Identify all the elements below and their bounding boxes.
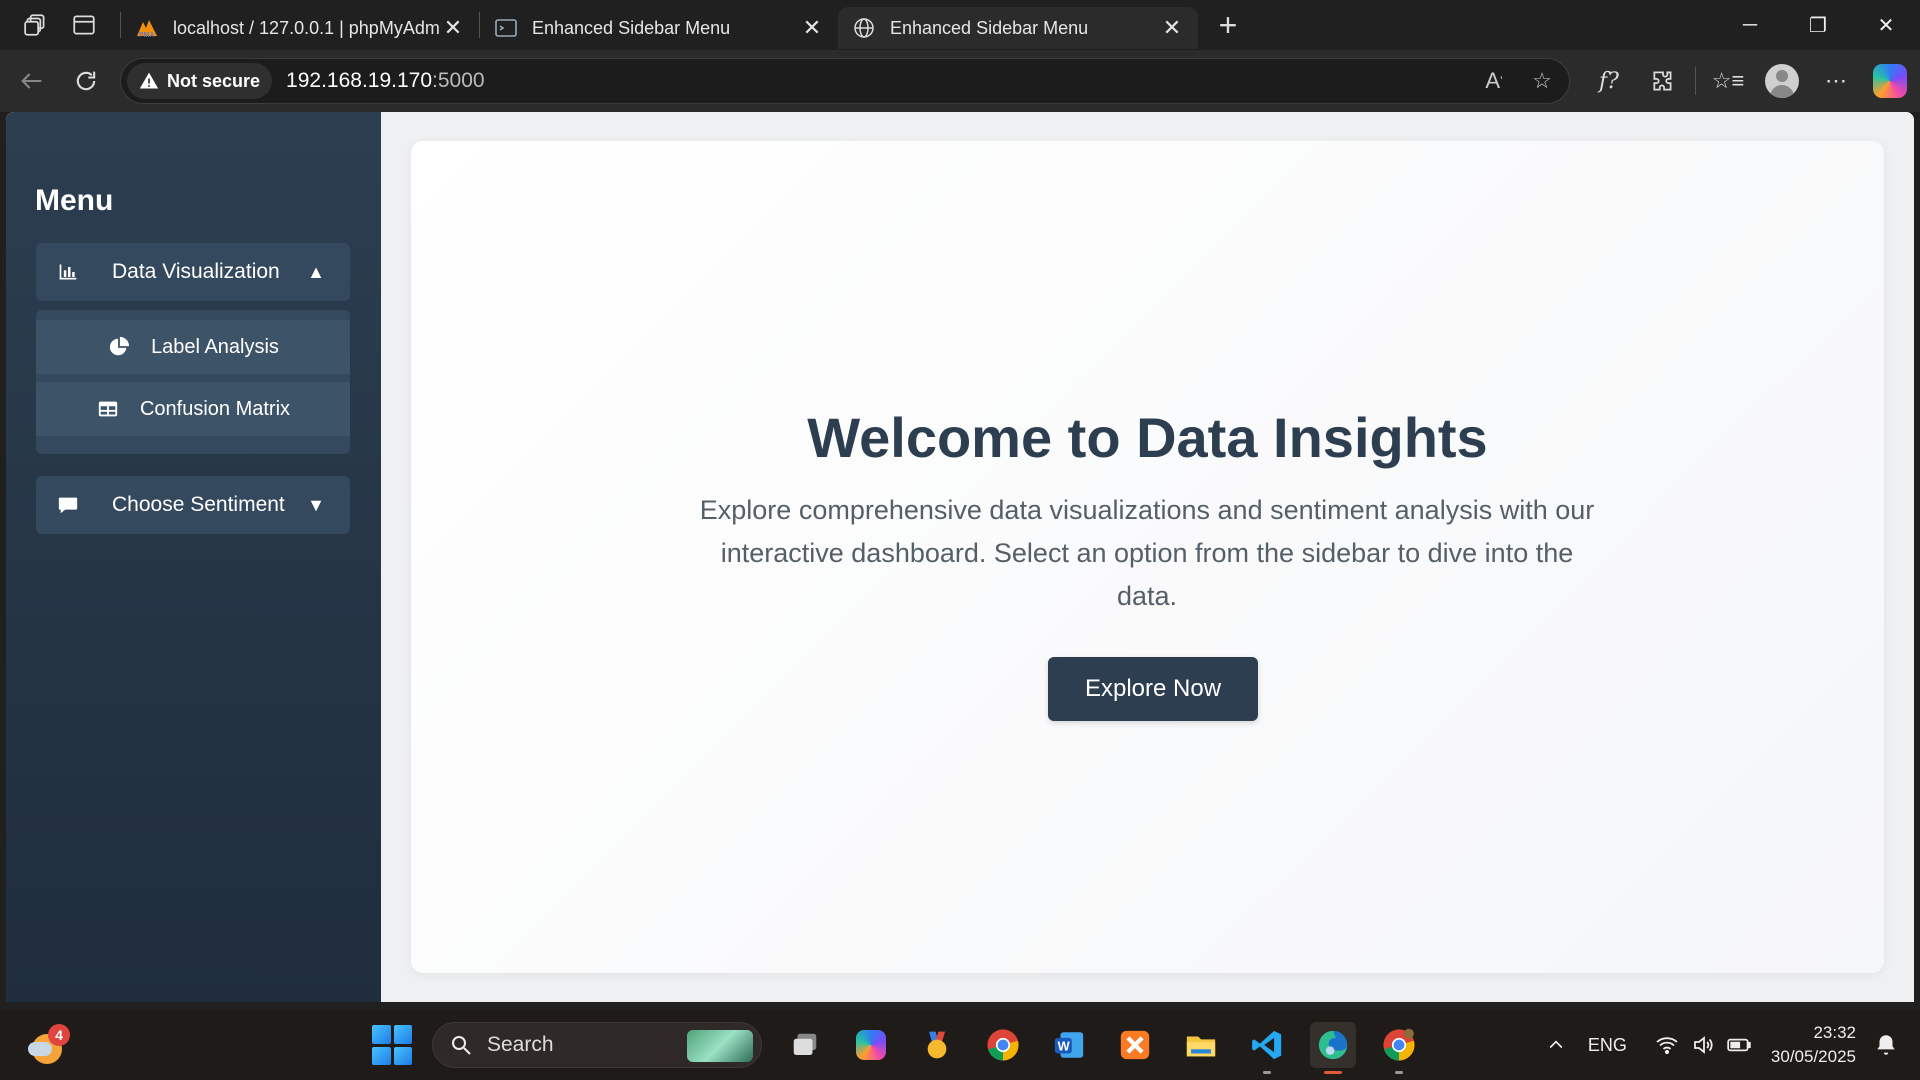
language-indicator[interactable]: ENG — [1588, 1035, 1627, 1056]
running-indicator — [1395, 1071, 1403, 1074]
weather-widget[interactable]: 4 — [26, 1024, 70, 1068]
submenu-label: Confusion Matrix — [139, 397, 291, 420]
clock-date: 30/05/2025 — [1770, 1047, 1856, 1066]
tab-phpmyadmin[interactable]: PMA localhost / 127.0.0.1 | phpMyAdm ✕ — [121, 7, 479, 49]
dropdown-data-visualization[interactable]: Data Visualization ▲ — [36, 243, 350, 301]
wifi-icon[interactable] — [1649, 1025, 1685, 1065]
caret-up-icon: ▲ — [307, 261, 325, 282]
chrome-icon[interactable] — [980, 1022, 1026, 1068]
workspaces-icon[interactable] — [14, 3, 58, 47]
chrome-canary-icon[interactable] — [1376, 1022, 1422, 1074]
sidebar: Menu Data Visualization ▲ Label Analysis… — [6, 112, 381, 1002]
back-icon[interactable] — [8, 57, 56, 105]
submenu-item-confusion-matrix[interactable]: Confusion Matrix — [36, 382, 350, 436]
vertical-tabs-icon[interactable] — [62, 3, 106, 47]
favorite-star-icon[interactable]: ☆ — [1525, 64, 1559, 98]
windows-taskbar: 4 Search W ENG 23:32 30/05/2025 — [0, 1010, 1920, 1080]
close-icon[interactable]: ✕ — [1160, 16, 1184, 40]
bar-chart-icon — [56, 260, 80, 284]
page-viewport: Menu Data Visualization ▲ Label Analysis… — [6, 112, 1914, 1002]
submenu-item-label-analysis[interactable]: Label Analysis — [36, 320, 350, 374]
task-view-icon[interactable] — [782, 1022, 828, 1068]
url-port: :5000 — [432, 69, 485, 92]
url-host: 192.168.19.170 — [286, 69, 433, 92]
chevron-up-icon[interactable] — [1538, 1025, 1574, 1065]
word-icon[interactable]: W — [1046, 1022, 1092, 1068]
security-label: Not secure — [167, 70, 261, 91]
medal-icon[interactable] — [914, 1022, 960, 1068]
system-tray: ENG 23:32 30/05/2025 — [1538, 1010, 1920, 1080]
window-controls: ─ ❐ ✕ — [1716, 0, 1920, 50]
active-indicator — [1324, 1071, 1342, 1074]
volume-icon[interactable] — [1685, 1025, 1721, 1065]
xampp-icon[interactable] — [1112, 1022, 1158, 1068]
dropdown-label: Data Visualization — [112, 260, 280, 283]
notification-badge: 4 — [48, 1024, 70, 1046]
comment-icon — [56, 493, 80, 517]
warning-icon — [139, 72, 159, 89]
security-indicator[interactable]: Not secure — [127, 63, 273, 99]
file-explorer-icon[interactable] — [1178, 1022, 1224, 1068]
read-aloud-icon[interactable]: Aʼ — [1477, 64, 1511, 98]
taskbar-search[interactable]: Search — [432, 1022, 762, 1068]
submenu-label: Label Analysis — [151, 335, 279, 358]
close-window-icon[interactable]: ✕ — [1852, 0, 1920, 50]
clock-time: 23:32 — [1813, 1023, 1856, 1042]
table-icon — [96, 397, 120, 421]
url-text[interactable]: 192.168.19.170:5000 — [286, 69, 485, 93]
close-icon[interactable]: ✕ — [441, 16, 465, 40]
edge-icon[interactable] — [1310, 1022, 1356, 1074]
copilot-icon[interactable] — [848, 1022, 894, 1068]
system-clock[interactable]: 23:32 30/05/2025 — [1771, 1021, 1856, 1069]
browser-toolbar: Not secure 192.168.19.170:5000 Aʼ ☆ f? ☆… — [0, 50, 1920, 112]
dropdown-choose-sentiment[interactable]: Choose Sentiment ▼ — [36, 476, 350, 534]
restore-icon[interactable]: ❐ — [1784, 0, 1852, 50]
welcome-card: Welcome to Data Insights Explore compreh… — [411, 141, 1884, 973]
search-highlight-image — [687, 1030, 753, 1062]
svg-text:PMA: PMA — [139, 32, 155, 39]
explore-now-button[interactable]: Explore Now — [1048, 657, 1258, 721]
running-indicator — [1263, 1071, 1271, 1074]
favorites-list-icon[interactable]: ☆≡ — [1706, 59, 1750, 103]
dropdown-label: Choose Sentiment — [112, 493, 285, 516]
tab-label: Enhanced Sidebar Menu — [890, 17, 1089, 38]
search-placeholder: Search — [487, 1033, 554, 1056]
page-title: Welcome to Data Insights — [807, 406, 1488, 469]
terminal-page-icon — [494, 16, 518, 40]
tab-label: Enhanced Sidebar Menu — [532, 17, 731, 38]
sidebar-title: Menu — [35, 184, 114, 217]
close-icon[interactable]: ✕ — [800, 16, 824, 40]
browser-tab-strip: PMA localhost / 127.0.0.1 | phpMyAdm ✕ E… — [0, 0, 1920, 50]
tab-enhanced-sidebar-1[interactable]: Enhanced Sidebar Menu ✕ — [480, 7, 838, 49]
search-icon — [452, 1036, 471, 1055]
address-bar[interactable]: Not secure 192.168.19.170:5000 Aʼ ☆ — [120, 58, 1570, 104]
extensions-icon[interactable] — [1641, 59, 1685, 103]
phpmyadmin-icon: PMA — [135, 16, 159, 40]
pie-chart-icon — [107, 335, 131, 359]
battery-icon[interactable] — [1721, 1025, 1757, 1065]
profile-avatar[interactable] — [1760, 59, 1804, 103]
refresh-icon[interactable] — [62, 57, 110, 105]
caret-down-icon: ▼ — [307, 494, 325, 515]
svg-text:W: W — [1058, 1039, 1071, 1054]
minimize-icon[interactable]: ─ — [1716, 0, 1784, 50]
start-button[interactable] — [372, 1025, 412, 1065]
copilot-sidebar-icon[interactable] — [1868, 59, 1912, 103]
new-tab-button[interactable]: + — [1206, 3, 1250, 47]
tab-enhanced-sidebar-active[interactable]: Enhanced Sidebar Menu ✕ — [838, 7, 1198, 49]
globe-icon — [852, 16, 876, 40]
dropdown-submenu: Label Analysis Confusion Matrix — [36, 310, 350, 454]
math-solver-icon[interactable]: f? — [1587, 59, 1631, 103]
more-options-icon[interactable]: ⋯ — [1814, 59, 1858, 103]
welcome-description: Explore comprehensive data visualization… — [699, 495, 1595, 611]
vscode-icon[interactable] — [1244, 1022, 1290, 1074]
tab-label: localhost / 127.0.0.1 | phpMyAdm — [173, 17, 440, 38]
notification-bell-icon[interactable] — [1866, 1025, 1906, 1065]
